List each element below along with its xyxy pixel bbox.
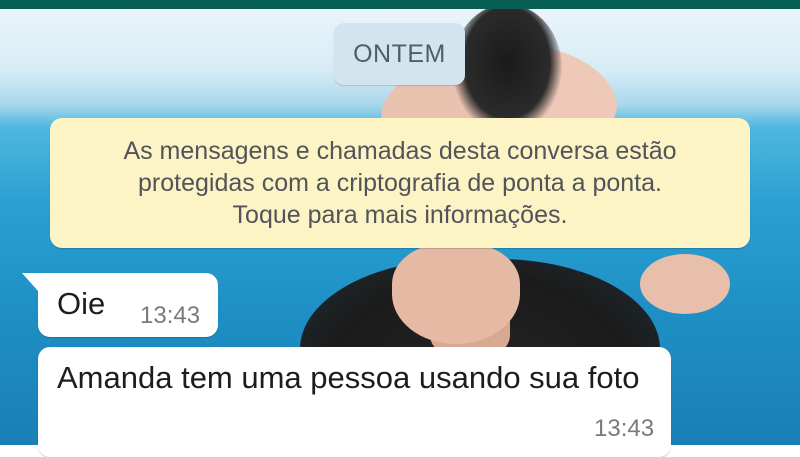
message-bubble[interactable]: Amanda tem uma pessoa usando sua foto 13… [38,347,671,457]
wallpaper-photo-detail [452,9,562,134]
date-separator-label: ONTEM [353,39,446,68]
encryption-notice-text: As mensagens e chamadas desta conversa e… [123,135,676,231]
message-text: Oie [57,286,106,321]
wallpaper-photo-detail [640,254,730,314]
message-bubble[interactable]: Oie 13:43 [22,273,218,337]
encryption-notice-line: protegidas com a criptografia de ponta a… [138,169,662,197]
date-separator: ONTEM [334,23,465,85]
message-text: Amanda tem uma pessoa usando sua foto [57,360,640,395]
encryption-notice-line: As mensagens e chamadas desta conversa e… [123,137,677,165]
wallpaper-photo-detail [392,244,520,344]
message-timestamp: 13:43 [140,302,201,329]
bubble-tail [22,273,38,291]
message-timestamp: 13:43 [594,415,655,442]
encryption-notice-line: Toque para mais informações. [232,201,568,229]
encryption-notice[interactable]: As mensagens e chamadas desta conversa e… [50,118,750,248]
top-app-bar [0,0,800,9]
